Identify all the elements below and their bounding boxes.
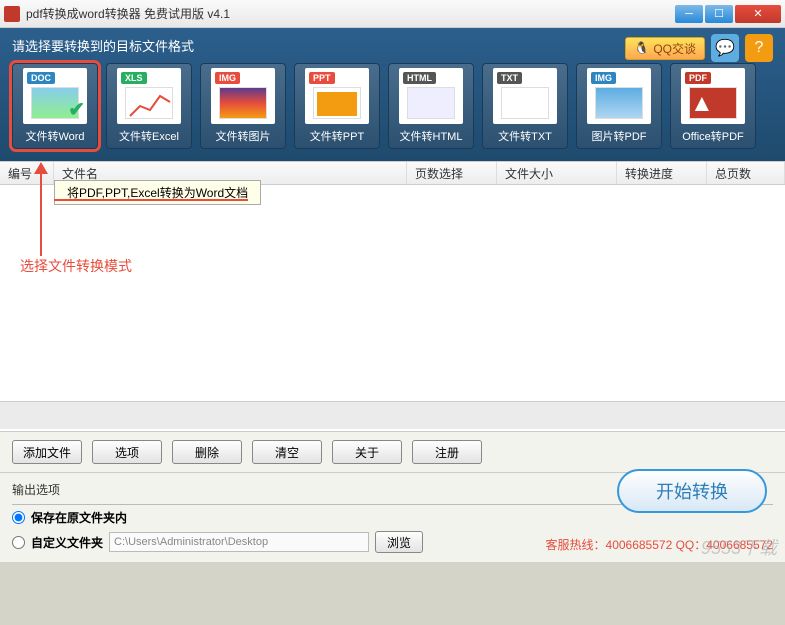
add-file-button[interactable]: 添加文件	[12, 440, 82, 464]
table-body[interactable]	[0, 185, 785, 401]
format-icon: IMG	[211, 68, 275, 124]
format-preview	[219, 87, 267, 119]
format-item-6[interactable]: IMG 图片转PDF	[576, 63, 662, 149]
format-tag: PPT	[309, 72, 335, 84]
window-title: pdf转换成word转换器 免费试用版 v4.1	[26, 5, 675, 22]
button-bar: 添加文件 选项 删除 清空 关于 注册	[0, 431, 785, 472]
format-preview	[501, 87, 549, 119]
chat-icon[interactable]: 💬	[711, 34, 739, 62]
format-tag: IMG	[591, 72, 616, 84]
start-convert-button[interactable]: 开始转换	[617, 469, 767, 513]
format-icon: PPT	[305, 68, 369, 124]
format-icon: HTML	[399, 68, 463, 124]
col-progress[interactable]: 转换进度	[617, 162, 707, 184]
radio-custom-folder-label: 自定义文件夹	[31, 536, 103, 550]
output-section: 输出选项 保存在原文件夹内 自定义文件夹 浏览 开始转换 客服热线：400668…	[0, 472, 785, 562]
format-icon: TXT	[493, 68, 557, 124]
titlebar: pdf转换成word转换器 免费试用版 v4.1 ─ ☐ ✕	[0, 0, 785, 28]
help-icon[interactable]: ?	[745, 34, 773, 62]
annotation-arrow	[40, 168, 42, 256]
col-pages[interactable]: 页数选择	[407, 162, 497, 184]
about-button[interactable]: 关于	[332, 440, 402, 464]
format-tag: XLS	[121, 72, 147, 84]
format-label: 文件转PPT	[310, 128, 364, 144]
tooltip: 将PDF,PPT,Excel转换为Word文档	[54, 180, 261, 205]
radio-same-folder-label: 保存在原文件夹内	[31, 511, 127, 525]
format-preview	[125, 87, 173, 119]
format-label: Office转PDF	[682, 128, 744, 144]
annotation-text: 选择文件转换模式	[20, 256, 132, 276]
table-footer	[0, 401, 785, 429]
app-icon	[4, 6, 20, 22]
watermark: 9553下载	[701, 534, 777, 560]
format-preview	[595, 87, 643, 119]
format-label: 文件转图片	[216, 128, 271, 144]
output-path-input[interactable]	[109, 532, 369, 552]
tooltip-underline	[54, 199, 248, 201]
format-item-4[interactable]: HTML 文件转HTML	[388, 63, 474, 149]
format-label: 文件转TXT	[498, 128, 552, 144]
format-icon: DOC ✔	[23, 68, 87, 124]
format-label: 图片转PDF	[592, 128, 647, 144]
format-tag: DOC	[27, 72, 55, 84]
format-row: DOC ✔ 文件转Word XLS 文件转Excel IMG 文件转图片 PPT 文件转PPT H…	[12, 63, 773, 149]
format-header: 请选择要转换到的目标文件格式 🐧 QQ交谈 💬 ? DOC✔文件转WordXLS…	[0, 28, 785, 161]
check-icon: ✔	[68, 97, 85, 122]
col-total[interactable]: 总页数	[707, 162, 785, 184]
format-tag: HTML	[403, 72, 436, 84]
format-item-3[interactable]: PPT 文件转PPT	[294, 63, 380, 149]
browse-button[interactable]: 浏览	[375, 531, 423, 553]
format-preview	[313, 87, 361, 119]
register-button[interactable]: 注册	[412, 440, 482, 464]
format-item-0[interactable]: DOC ✔ 文件转Word	[12, 63, 98, 149]
format-item-1[interactable]: XLS 文件转Excel	[106, 63, 192, 149]
format-preview: ▲	[689, 87, 737, 119]
format-item-5[interactable]: TXT 文件转TXT	[482, 63, 568, 149]
format-tag: PDF	[685, 72, 711, 84]
qq-chat-button[interactable]: 🐧 QQ交谈	[625, 37, 705, 60]
minimize-button[interactable]: ─	[675, 5, 703, 23]
delete-button[interactable]: 删除	[172, 440, 242, 464]
format-label: 文件转Word	[25, 128, 84, 144]
maximize-button[interactable]: ☐	[705, 5, 733, 23]
format-preview	[407, 87, 455, 119]
radio-same-folder[interactable]	[12, 511, 25, 524]
radio-custom-folder[interactable]	[12, 536, 25, 549]
options-button[interactable]: 选项	[92, 440, 162, 464]
annotation-arrow-head	[34, 162, 48, 174]
format-item-7[interactable]: PDF ▲ Office转PDF	[670, 63, 756, 149]
format-icon: IMG	[587, 68, 651, 124]
format-item-2[interactable]: IMG 文件转图片	[200, 63, 286, 149]
format-tag: TXT	[497, 72, 522, 84]
close-button[interactable]: ✕	[735, 5, 781, 23]
format-icon: PDF ▲	[681, 68, 745, 124]
format-label: 文件转Excel	[119, 128, 179, 144]
format-label: 文件转HTML	[400, 128, 463, 144]
col-size[interactable]: 文件大小	[497, 162, 617, 184]
format-icon: XLS	[117, 68, 181, 124]
format-tag: IMG	[215, 72, 240, 84]
clear-button[interactable]: 清空	[252, 440, 322, 464]
